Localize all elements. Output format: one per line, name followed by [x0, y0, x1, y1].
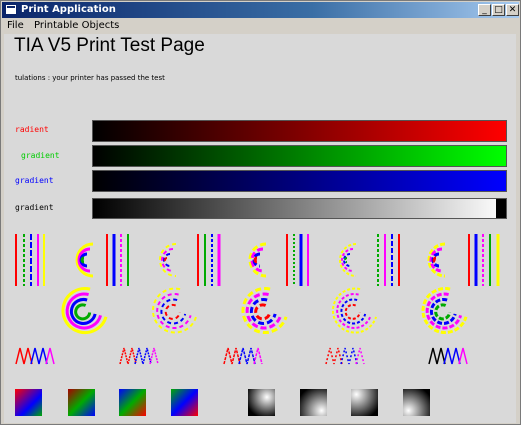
gray-swatch-2: [300, 389, 327, 416]
line-group-6: [468, 234, 500, 286]
zigzag-4: [325, 347, 365, 365]
app-icon: [5, 4, 17, 15]
gradient-label-green: gradient: [21, 151, 60, 160]
zigzag-row: [15, 347, 468, 365]
window-title: Print Application: [21, 4, 116, 15]
gradient-label-red: radient: [15, 125, 49, 134]
zigzag-1: [15, 347, 55, 365]
title-bar[interactable]: Print Application _ □ ✕: [2, 2, 519, 18]
test-pattern-row-1: [15, 234, 500, 286]
line-group-1: [15, 234, 45, 286]
green-gradient-bar: [92, 145, 507, 167]
maximize-button[interactable]: □: [492, 4, 505, 16]
rotated-arcs-1: [61, 287, 108, 334]
red-gradient-bar: [92, 120, 507, 142]
minimize-button[interactable]: _: [478, 4, 491, 16]
gray-swatch-1: [248, 389, 275, 416]
gradient-label-blue: gradient: [15, 176, 54, 185]
gray-swatch-3: [351, 389, 378, 416]
line-group-4: [286, 234, 309, 286]
line-group-2: [106, 234, 129, 286]
test-pattern-row-2: [61, 287, 468, 334]
print-preview-area: TIA V5 Print Test Page tulations : your …: [4, 34, 516, 423]
color-swatch-1: [15, 389, 42, 416]
line-group-5: [377, 234, 400, 286]
gradient-label-gray: gradient: [15, 203, 54, 212]
zigzag-3: [223, 347, 263, 365]
color-swatch-3: [119, 389, 146, 416]
gray-swatch-4: [403, 389, 430, 416]
arc-group-5: [427, 242, 446, 278]
application-window: Print Application _ □ ✕ File Printable O…: [0, 0, 521, 425]
gray-gradient-bar: [92, 198, 507, 219]
rotated-arcs-3: [241, 287, 288, 334]
rotated-arcs-4: [332, 287, 378, 334]
arc-group-3: [248, 242, 267, 278]
arc-group-4: [339, 243, 357, 277]
page-title: TIA V5 Print Test Page: [14, 35, 205, 56]
menu-bar: File Printable Objects: [2, 18, 519, 34]
zigzag-2: [119, 347, 159, 365]
close-button[interactable]: ✕: [506, 4, 519, 16]
color-swatch-2: [68, 389, 95, 416]
zigzag-5: [428, 347, 468, 365]
menu-file[interactable]: File: [7, 18, 24, 34]
arc-group-2: [159, 243, 177, 277]
rotated-arcs-5: [421, 287, 468, 334]
rotated-arcs-2: [152, 287, 198, 334]
line-group-3: [197, 234, 221, 286]
arc-group-1: [75, 242, 94, 278]
status-text: tulations : your printer has passed the …: [15, 74, 165, 82]
blue-gradient-bar: [92, 170, 507, 192]
color-swatch-4: [171, 389, 198, 416]
menu-printable-objects[interactable]: Printable Objects: [34, 18, 119, 34]
